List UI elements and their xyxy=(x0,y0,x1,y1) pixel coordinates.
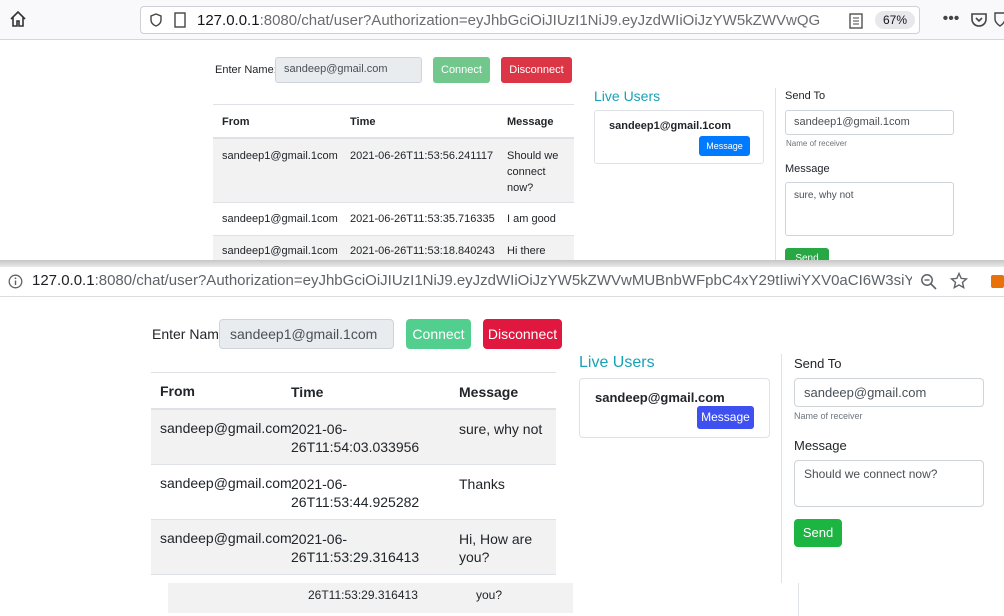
cell-time: 2021-06-26T11:53:35.716335 xyxy=(350,213,495,225)
message-user-button[interactable]: Message xyxy=(699,136,750,156)
more-menu-icon[interactable]: ••• xyxy=(941,11,961,28)
table-row: sandeep@gmail.com 2021-06-26T11:54:03.03… xyxy=(151,410,556,465)
send-to-label: Send To xyxy=(794,356,842,371)
cell-time: 2021-06-26T11:53:29.316413 xyxy=(291,531,420,565)
name-input[interactable]: sandeep@gmail.com xyxy=(275,57,422,83)
artifact-time: 26T11:53:29.316413 xyxy=(308,588,418,602)
message-textarea[interactable]: sure, why not xyxy=(785,182,954,236)
tracking-shield-icon[interactable] xyxy=(149,13,163,27)
cell-message: sure, why not xyxy=(459,421,543,437)
home-icon[interactable] xyxy=(9,10,27,28)
column-header-time: Time xyxy=(291,384,324,400)
name-input[interactable]: sandeep1@gmail.1com xyxy=(219,319,394,349)
column-header-time: Time xyxy=(350,116,376,128)
cell-time: 2021-06-26T11:53:56.241117 xyxy=(350,150,494,162)
address-bar[interactable]: 127.0.0.1:8080/chat/user?Authorization=e… xyxy=(32,272,912,289)
url-path: :8080/chat/user?Authorization=eyJhbGciOi… xyxy=(94,272,912,289)
cell-from: sandeep1@gmail.1com xyxy=(222,245,338,257)
cell-message: Thanks xyxy=(459,476,505,492)
cell-from: sandeep1@gmail.1com xyxy=(222,213,338,225)
column-header-from: From xyxy=(222,116,250,128)
disconnect-button[interactable]: Disconnect xyxy=(501,57,572,83)
cell-from: sandeep1@gmail.1com xyxy=(222,150,338,162)
column-divider xyxy=(781,354,782,583)
column-header-from: From xyxy=(160,383,195,399)
live-user-name: sandeep1@gmail.1com xyxy=(609,120,731,132)
table-row: sandeep1@gmail.1com 2021-06-26T11:53:56.… xyxy=(213,139,574,203)
cell-time: 2021-06-26T11:54:03.033956 xyxy=(291,421,420,455)
url-host: 127.0.0.1 xyxy=(197,12,260,29)
name-label: Enter Name: xyxy=(215,64,277,76)
cell-message: Hi there xyxy=(507,245,546,257)
send-button[interactable]: Send xyxy=(794,519,842,547)
extension-shield-icon[interactable] xyxy=(994,10,1004,28)
extension-icon[interactable] xyxy=(991,275,1004,288)
table-row: sandeep@gmail.com 2021-06-26T11:53:29.31… xyxy=(151,520,556,575)
table-header: From Time Message xyxy=(213,105,574,139)
column-divider xyxy=(775,88,776,260)
connect-button[interactable]: Connect xyxy=(433,57,490,83)
cell-message: Should we connect now? xyxy=(507,150,559,194)
live-user-card: sandeep@gmail.com Message xyxy=(579,378,770,438)
cell-message: Hi, How are you? xyxy=(459,531,533,565)
messages-table: From Time Message sandeep@gmail.com 2021… xyxy=(151,372,556,575)
rendering-artifact-row: 26T11:53:29.316413 you? xyxy=(168,583,573,613)
receiver-hint: Name of receiver xyxy=(794,411,863,421)
send-button[interactable]: Send xyxy=(785,248,829,260)
live-user-name: sandeep@gmail.com xyxy=(595,390,725,405)
bookmark-star-icon[interactable] xyxy=(950,272,968,290)
site-info-icon[interactable] xyxy=(8,274,23,289)
window-divider xyxy=(0,260,1004,267)
url-text[interactable]: 127.0.0.1:8080/chat/user?Authorization=e… xyxy=(197,12,837,29)
live-user-card: sandeep1@gmail.1com Message xyxy=(594,110,764,164)
message-label: Message xyxy=(785,163,830,175)
receiver-input[interactable]: sandeep1@gmail.1com xyxy=(785,110,954,135)
table-row: sandeep1@gmail.1com 2021-06-26T11:53:35.… xyxy=(213,203,574,236)
message-label: Message xyxy=(794,438,847,453)
receiver-input[interactable]: sandeep@gmail.com xyxy=(794,378,984,407)
table-row: sandeep@gmail.com 2021-06-26T11:53:44.92… xyxy=(151,465,556,520)
artifact-message: you? xyxy=(476,588,503,602)
reader-view-icon[interactable] xyxy=(849,13,863,29)
cell-time: 2021-06-26T11:53:44.925282 xyxy=(291,476,420,510)
pocket-icon[interactable] xyxy=(970,11,988,29)
column-header-message: Message xyxy=(459,384,519,400)
table-header: From Time Message xyxy=(151,373,556,410)
cell-from: sandeep@gmail.com xyxy=(160,420,292,436)
url-host: 127.0.0.1 xyxy=(32,272,95,289)
live-users-title: Live Users xyxy=(594,88,661,104)
zoom-level-badge[interactable]: 67% xyxy=(875,11,915,29)
connect-button[interactable]: Connect xyxy=(406,319,471,349)
disconnect-button[interactable]: Disconnect xyxy=(483,319,562,349)
url-path: :8080/chat/user?Authorization=eyJhbGciOi… xyxy=(259,12,821,29)
page-info-icon[interactable] xyxy=(173,12,187,28)
cell-from: sandeep@gmail.com xyxy=(160,530,292,546)
message-textarea[interactable]: Should we connect now? xyxy=(794,460,984,507)
column-header-message: Message xyxy=(507,116,554,128)
cell-message: I am good xyxy=(507,213,556,225)
cell-from: sandeep@gmail.com xyxy=(160,475,292,491)
zoom-out-icon[interactable] xyxy=(920,273,937,290)
receiver-hint: Name of receiver xyxy=(786,139,847,148)
artifact-divider xyxy=(798,583,799,616)
messages-table: From Time Message sandeep1@gmail.1com 20… xyxy=(213,104,574,266)
cell-time: 2021-06-26T11:53:18.840243 xyxy=(350,245,495,257)
send-to-label: Send To xyxy=(785,90,826,102)
message-user-button[interactable]: Message xyxy=(697,406,754,429)
live-users-title: Live Users xyxy=(579,354,655,371)
address-bar[interactable]: 127.0.0.1:8080/chat/user?Authorization=e… xyxy=(140,6,920,34)
